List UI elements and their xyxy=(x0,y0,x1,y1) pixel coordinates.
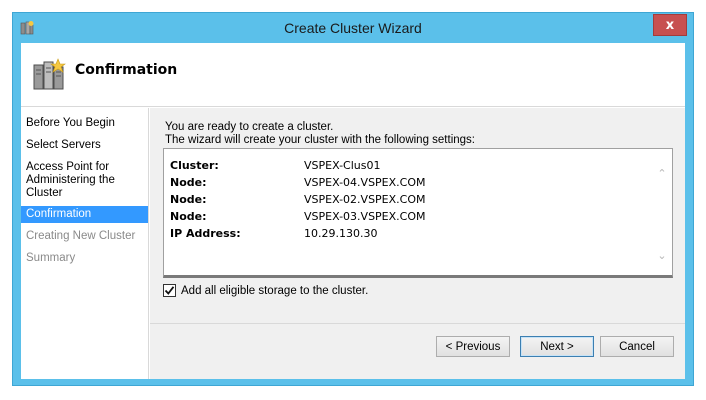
cluster-servers-icon xyxy=(33,58,66,90)
settings-row: Node: VSPEX-04.VSPEX.COM xyxy=(170,174,426,191)
settings-summary-box[interactable]: Cluster: VSPEX-Clus01 Node: VSPEX-04.VSP… xyxy=(163,148,673,278)
settings-key: Node: xyxy=(170,193,207,206)
intro-line-1: You are ready to create a cluster. xyxy=(165,121,334,133)
scroll-up-arrow-icon[interactable]: ⌃ xyxy=(656,167,668,180)
add-storage-option[interactable]: Add all eligible storage to the cluster. xyxy=(163,284,368,297)
settings-value: VSPEX-02.VSPEX.COM xyxy=(304,193,426,206)
add-storage-label: Add all eligible storage to the cluster. xyxy=(181,284,369,297)
settings-key: Node: xyxy=(170,176,207,189)
nav-step-before-you-begin[interactable]: Before You Begin xyxy=(21,117,148,130)
settings-row: Node: VSPEX-02.VSPEX.COM xyxy=(170,191,426,208)
wizard-footer: < Previous Next > Cancel xyxy=(150,323,685,379)
wizard-header: Confirmation xyxy=(21,43,685,107)
nav-step-summary: Summary xyxy=(26,252,76,264)
intro-line-2: The wizard will create your cluster with… xyxy=(165,134,475,146)
next-button[interactable]: Next > xyxy=(520,336,594,357)
settings-value: 10.29.130.30 xyxy=(304,227,378,240)
scroll-down-arrow-icon[interactable]: ⌄ xyxy=(656,249,668,262)
settings-value: VSPEX-03.VSPEX.COM xyxy=(304,210,426,223)
window-title: Create Cluster Wizard xyxy=(284,20,422,36)
nav-step-select-servers[interactable]: Select Servers xyxy=(21,139,148,152)
settings-row: Cluster: VSPEX-Clus01 xyxy=(170,157,426,174)
cancel-button[interactable]: Cancel xyxy=(600,336,674,357)
wizard-step-nav: Before You Begin Select Servers Access P… xyxy=(21,108,149,379)
settings-key: IP Address: xyxy=(170,227,241,240)
settings-row: IP Address: 10.29.130.30 xyxy=(170,225,426,242)
settings-key: Cluster: xyxy=(170,159,219,172)
previous-button[interactable]: < Previous xyxy=(436,336,510,357)
wizard-content: You are ready to create a cluster. The w… xyxy=(150,108,685,323)
settings-table: Cluster: VSPEX-Clus01 Node: VSPEX-04.VSP… xyxy=(170,157,426,242)
settings-value: VSPEX-04.VSPEX.COM xyxy=(304,176,426,189)
nav-step-confirmation[interactable]: Confirmation xyxy=(21,206,148,223)
title-bar[interactable]: Create Cluster Wizard x xyxy=(13,13,693,43)
settings-row: Node: VSPEX-03.VSPEX.COM xyxy=(170,208,426,225)
wizard-window: Create Cluster Wizard x Confirmation Bef… xyxy=(12,12,694,386)
intro-text: You are ready to create a cluster. The w… xyxy=(165,121,475,147)
settings-value: VSPEX-Clus01 xyxy=(304,159,381,172)
nav-step-creating-new-cluster: Creating New Cluster xyxy=(26,230,136,242)
wizard-client-area: Confirmation Before You Begin Select Ser… xyxy=(21,43,685,379)
close-button[interactable]: x xyxy=(653,14,687,36)
page-title: Confirmation xyxy=(75,62,178,78)
nav-step-access-point[interactable]: Access Point for Administering the Clust… xyxy=(21,161,131,200)
checkmark-icon xyxy=(164,286,175,295)
settings-key: Node: xyxy=(170,210,207,223)
add-storage-checkbox[interactable] xyxy=(163,284,176,297)
